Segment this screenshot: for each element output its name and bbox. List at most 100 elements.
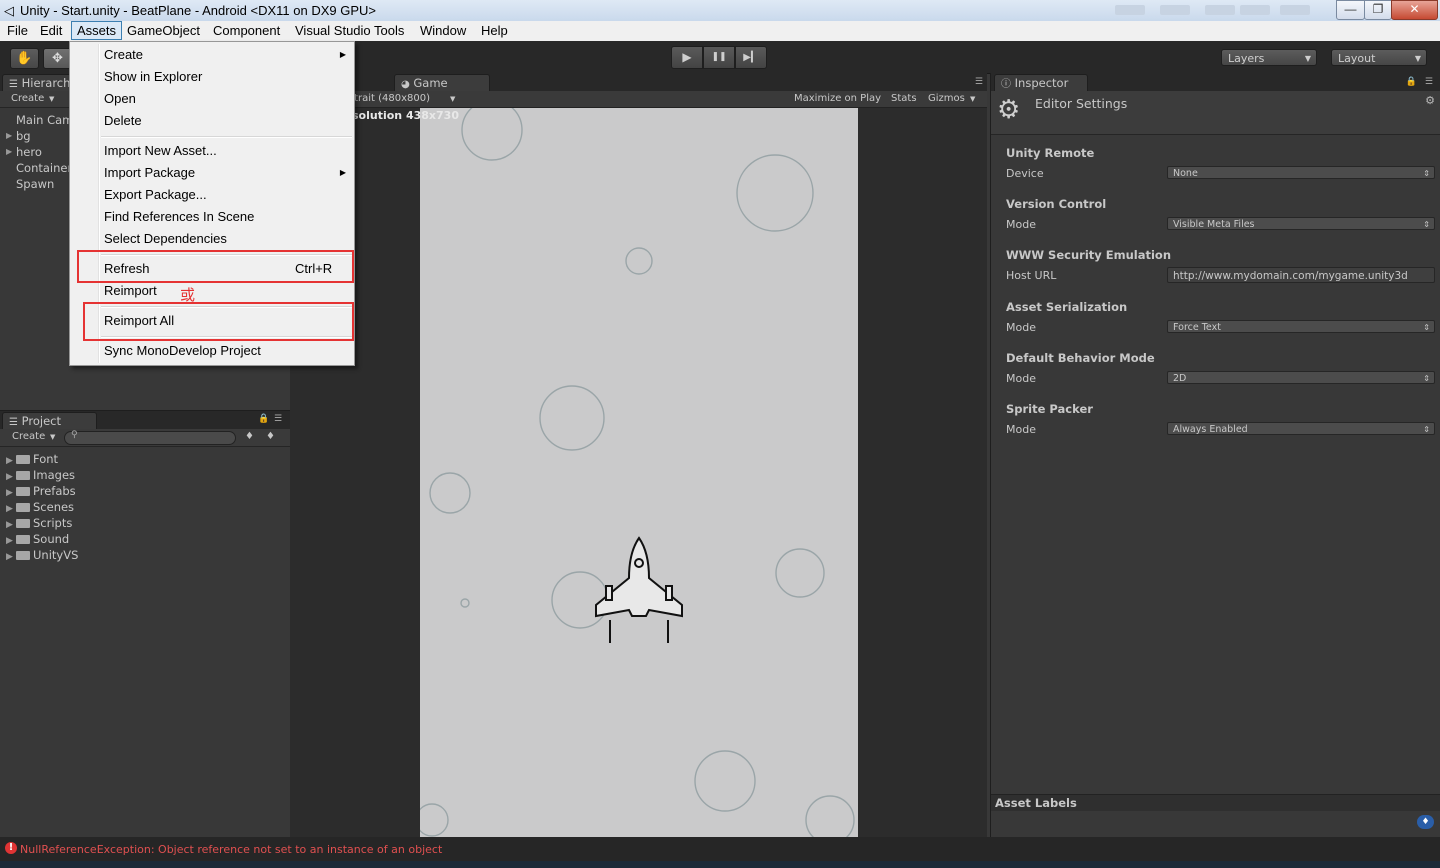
game-tabstrip: ◕ Game ☰ <box>290 73 987 91</box>
menu-item-import-package[interactable]: Import Package <box>104 163 195 183</box>
hand-tool-icon[interactable]: ✋ <box>10 48 39 69</box>
expand-arrow-icon[interactable]: ▶ <box>6 147 12 156</box>
menu-item-export-package[interactable]: Export Package... <box>104 185 207 205</box>
chevron-down-icon[interactable]: ▼ <box>50 430 55 444</box>
panel-menu-icon[interactable]: ☰ <box>975 77 983 87</box>
close-button[interactable]: ✕ <box>1391 0 1438 20</box>
lock-icon[interactable]: 🔒 <box>258 414 269 424</box>
hierarchy-create-button[interactable]: Create <box>11 92 44 106</box>
project-folder[interactable]: ▶ Font <box>6 451 58 467</box>
panel-menu-icon[interactable]: ☰ <box>274 414 282 424</box>
project-folder[interactable]: ▶ Prefabs <box>6 483 76 499</box>
project-panel: ☰ Project 🔒 ☰ Create ▼ ⚲ ♦ ♦ ▶ Font ▶ Imag… <box>0 410 290 838</box>
os-taskbar <box>0 861 1440 868</box>
expand-arrow-icon[interactable]: ▶ <box>6 549 16 565</box>
menu-item-select-dependencies[interactable]: Select Dependencies <box>104 229 227 249</box>
status-error-message[interactable]: NullReferenceException: Object reference… <box>20 843 442 856</box>
asset-labels-bar: Asset Labels <box>991 794 1440 811</box>
menu-item-delete[interactable]: Delete <box>104 111 142 131</box>
menu-item-find-references[interactable]: Find References In Scene <box>104 207 254 227</box>
menu-item-open[interactable]: Open <box>104 89 136 109</box>
blurred-title-fragment <box>1160 5 1190 15</box>
menu-gameobject[interactable]: GameObject <box>122 22 205 39</box>
menu-item-sync-monodevelop[interactable]: Sync MonoDevelop Project <box>104 341 261 361</box>
asset-serialization-mode-dropdown[interactable]: Force Text ⇕ <box>1167 320 1435 333</box>
menu-item-reimport[interactable]: Reimport <box>104 281 157 301</box>
unity-remote-device-dropdown[interactable]: None ⇕ <box>1167 166 1435 179</box>
chevron-down-icon[interactable]: ▼ <box>970 92 975 106</box>
project-create-button[interactable]: Create <box>12 430 45 444</box>
chevron-down-icon[interactable]: ▼ <box>450 92 455 106</box>
maximize-on-play-toggle[interactable]: Maximize on Play <box>794 92 881 106</box>
pacman-game-icon: ◕ <box>401 79 410 90</box>
dropdown-arrows-icon: ⇕ <box>1423 323 1430 332</box>
menu-item-create[interactable]: Create <box>104 45 143 65</box>
filter-type-icon[interactable]: ♦ <box>245 430 254 444</box>
menu-item-import-new-asset[interactable]: Import New Asset... <box>104 141 217 161</box>
layers-dropdown[interactable]: Layers ▼ <box>1221 49 1317 66</box>
section-header: Asset Serialization <box>1006 300 1128 314</box>
gizmos-toggle[interactable]: Gizmos <box>928 92 965 106</box>
highlight-reimport-all-box <box>83 302 354 341</box>
tab-inspector[interactable]: ⓘ Inspector <box>994 74 1088 91</box>
blurred-title-fragment <box>1240 5 1270 15</box>
hierarchy-item[interactable]: hero <box>16 145 42 159</box>
project-search-input[interactable]: ⚲ <box>64 430 236 445</box>
folder-icon <box>16 471 30 480</box>
settings-gear-icon[interactable]: ⚙ <box>1425 94 1435 107</box>
inspector-title: Editor Settings <box>1035 96 1128 111</box>
project-folder[interactable]: ▶ Sound <box>6 531 69 547</box>
game-screen[interactable] <box>420 108 858 837</box>
chevron-down-icon[interactable]: ▼ <box>49 92 54 106</box>
menu-help[interactable]: Help <box>476 22 513 39</box>
folder-label: Scenes <box>33 500 75 514</box>
layout-dropdown[interactable]: Layout ▼ <box>1331 49 1427 66</box>
pause-button[interactable]: ❚❚ <box>703 46 735 69</box>
move-tool-icon[interactable]: ✥ <box>43 48 72 69</box>
tab-game[interactable]: ◕ Game <box>394 74 490 91</box>
menu-component[interactable]: Component <box>208 22 285 39</box>
hierarchy-item[interactable]: Spawn <box>16 177 54 191</box>
play-button[interactable]: ▶ <box>671 46 703 69</box>
project-folder[interactable]: ▶ Scenes <box>6 499 74 515</box>
status-bar[interactable]: ! NullReferenceException: Object referen… <box>0 837 1440 861</box>
restore-button[interactable]: ❐ <box>1364 0 1392 20</box>
asteroid <box>539 385 605 451</box>
menu-item-show-in-explorer[interactable]: Show in Explorer <box>104 67 202 87</box>
hierarchy-item[interactable]: bg <box>16 129 31 143</box>
menu-assets[interactable]: Assets <box>71 21 123 40</box>
folder-icon <box>16 487 30 496</box>
panel-menu-icon[interactable]: ☰ <box>1425 77 1433 87</box>
field-label: Mode <box>1006 321 1036 334</box>
menu-file[interactable]: File <box>2 22 33 39</box>
menu-edit[interactable]: Edit <box>35 22 67 39</box>
or-annotation: 或 <box>180 286 196 304</box>
stats-toggle[interactable]: Stats <box>891 92 917 106</box>
step-button[interactable]: ▶▎ <box>735 46 767 69</box>
menu-window[interactable]: Window <box>415 22 471 39</box>
menu-visual-studio-tools[interactable]: Visual Studio Tools <box>290 22 409 39</box>
project-folder[interactable]: ▶ UnityVS <box>6 547 78 563</box>
search-icon: ⚲ <box>71 430 78 440</box>
tab-project[interactable]: ☰ Project <box>2 412 97 429</box>
submenu-arrow-icon: ▶ <box>339 50 346 59</box>
host-url-input[interactable]: http://www.mydomain.com/mygame.unity3d <box>1167 267 1435 283</box>
sprite-packer-mode-dropdown[interactable]: Always Enabled ⇕ <box>1167 422 1435 435</box>
blurred-title-fragment <box>1115 5 1145 15</box>
minimize-button[interactable]: — <box>1336 0 1365 20</box>
aspect-dropdown[interactable]: rtrait (480x800) <box>350 92 430 106</box>
label-tag-icon[interactable]: ♦ <box>266 430 275 444</box>
hierarchy-item[interactable]: Main Cam <box>16 113 73 127</box>
hierarchy-item[interactable]: Container <box>16 161 72 175</box>
project-folder[interactable]: ▶ Scripts <box>6 515 72 531</box>
version-control-mode-dropdown[interactable]: Visible Meta Files ⇕ <box>1167 217 1435 230</box>
expand-arrow-icon[interactable]: ▶ <box>6 131 12 140</box>
highlight-refresh-box <box>77 250 354 283</box>
project-folder[interactable]: ▶ Images <box>6 467 75 483</box>
lock-icon[interactable]: 🔒 <box>1406 77 1417 87</box>
default-behavior-mode-dropdown[interactable]: 2D ⇕ <box>1167 371 1435 384</box>
field-label: Mode <box>1006 423 1036 436</box>
inspector-header: ⚙ Editor Settings ⚙ <box>991 91 1440 135</box>
label-tag-icon[interactable]: ♦ <box>1417 815 1434 829</box>
field-label: Device <box>1006 167 1044 180</box>
